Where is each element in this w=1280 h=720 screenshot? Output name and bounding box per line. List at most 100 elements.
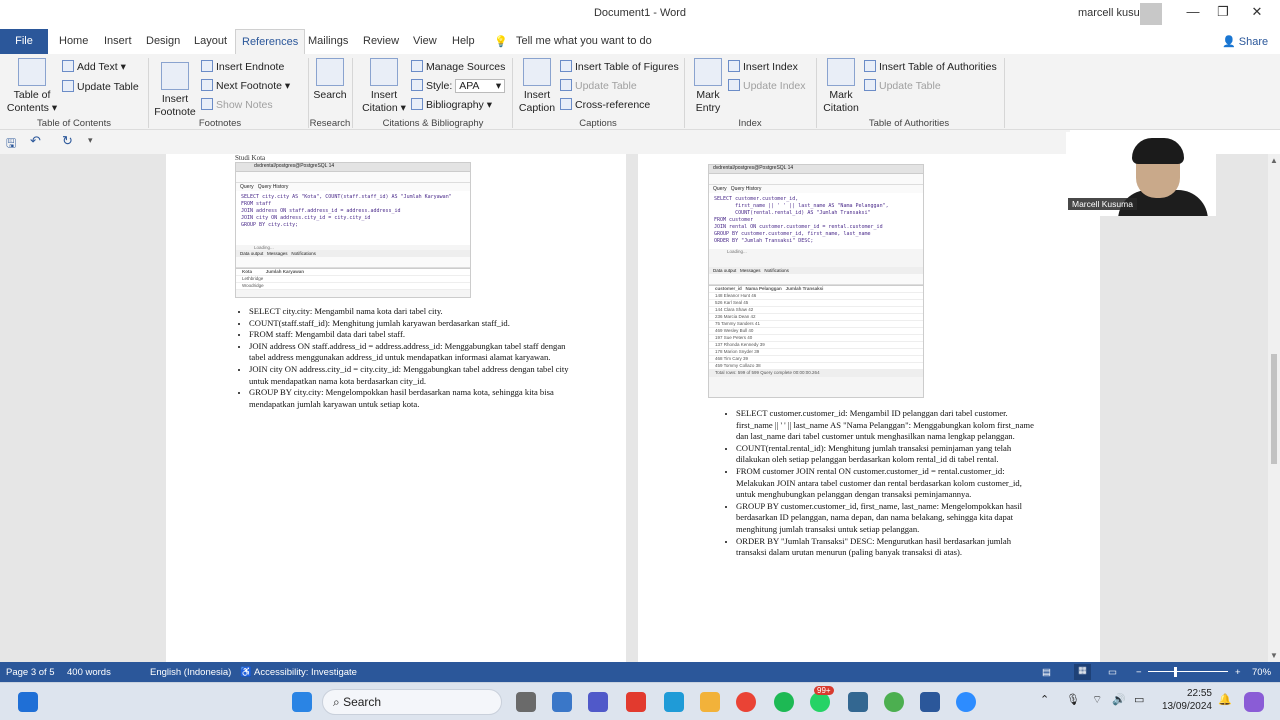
start-button-icon[interactable] bbox=[292, 692, 312, 712]
zoom-app-icon[interactable] bbox=[956, 692, 976, 712]
customize-qat-icon[interactable]: ▾ bbox=[88, 135, 93, 146]
edge-icon[interactable] bbox=[664, 692, 684, 712]
redo-icon[interactable]: ↻ bbox=[62, 133, 73, 149]
copilot-icon[interactable] bbox=[1244, 692, 1264, 712]
notifications-icon[interactable]: 🔔 bbox=[1218, 693, 1232, 706]
style-selector[interactable]: Style: APA ▾ bbox=[411, 79, 506, 93]
insert-caption-button[interactable]: Insert Caption bbox=[516, 58, 558, 115]
table-of-contents-button[interactable]: Table of Contents ▾ bbox=[6, 58, 58, 115]
page-count[interactable]: Page 3 of 5 bbox=[6, 667, 55, 678]
user-avatar[interactable] bbox=[1140, 3, 1162, 25]
zoom-slider-thumb[interactable] bbox=[1174, 667, 1177, 677]
microphone-icon[interactable]: 🎙 bbox=[1066, 693, 1080, 706]
clock-time: 22:55 bbox=[1186, 688, 1212, 699]
tab-layout[interactable]: Layout bbox=[194, 35, 227, 47]
language-indicator[interactable]: English (Indonesia) bbox=[150, 667, 231, 678]
scrollbar-thumb[interactable] bbox=[1271, 354, 1277, 464]
battery-icon[interactable]: ▭ bbox=[1134, 693, 1144, 706]
tab-mailings[interactable]: Mailings bbox=[308, 35, 348, 47]
tab-home[interactable]: Home bbox=[59, 35, 88, 47]
save-icon[interactable]: 🖫 bbox=[6, 134, 16, 155]
result-row: 75 Tammy Sanders 41 bbox=[709, 321, 923, 328]
insert-table-of-figures-button[interactable]: Insert Table of Figures bbox=[560, 60, 679, 73]
update-toa-button[interactable]: Update Table bbox=[864, 79, 941, 92]
insert-index-button[interactable]: Insert Index bbox=[728, 60, 798, 73]
tab-references[interactable]: References bbox=[235, 29, 306, 54]
page-right[interactable]: dvdrental/postgres@PostgreSQL 14 Query Q… bbox=[638, 154, 1100, 662]
wifi-icon[interactable]: ⌔ bbox=[1092, 693, 1102, 707]
tell-me-search[interactable]: Tell me what you want to do bbox=[516, 35, 652, 47]
query-toolbar bbox=[236, 172, 470, 183]
mark-entry-button[interactable]: Mark Entry bbox=[690, 58, 726, 115]
close-icon[interactable]: ✕ bbox=[1242, 4, 1272, 20]
volume-icon[interactable]: 🔊 bbox=[1112, 693, 1126, 706]
taskbar-search[interactable]: ⌕ Search bbox=[322, 689, 502, 715]
file-explorer-icon[interactable] bbox=[700, 692, 720, 712]
bibliography-button[interactable]: Bibliography ▾ bbox=[411, 98, 492, 111]
status-bar: Page 3 of 5 400 words English (Indonesia… bbox=[0, 662, 1280, 682]
output-tabs: Data output Messages Notifications bbox=[236, 250, 470, 257]
tab-view[interactable]: View bbox=[413, 35, 437, 47]
scroll-down-icon[interactable]: ▼ bbox=[1270, 651, 1278, 660]
read-mode-icon[interactable]: ▤ bbox=[1042, 667, 1051, 678]
insert-index-label: Insert Index bbox=[743, 61, 798, 73]
restore-icon[interactable]: ❐ bbox=[1208, 4, 1238, 20]
store-icon[interactable] bbox=[552, 692, 572, 712]
task-view-icon[interactable] bbox=[516, 692, 536, 712]
quick-access-toolbar: 🖫 ↶ ↻ ▾ bbox=[0, 130, 1070, 154]
zoom-level[interactable]: 70% bbox=[1252, 667, 1271, 678]
chrome-profile-icon[interactable] bbox=[884, 692, 904, 712]
add-text-button[interactable]: Add Text ▾ bbox=[62, 60, 126, 73]
chrome-icon[interactable] bbox=[736, 692, 756, 712]
scroll-up-icon[interactable]: ▲ bbox=[1270, 156, 1278, 165]
windows-start-icon[interactable] bbox=[18, 692, 38, 712]
insert-citation-button[interactable]: Insert Citation ▾ bbox=[360, 58, 408, 115]
zoom-slider[interactable] bbox=[1148, 671, 1228, 672]
page-left[interactable]: Studi Kota dvdrental/postgres@PostgreSQL… bbox=[166, 154, 626, 662]
insert-endnote-button[interactable]: Insert Endnote bbox=[201, 60, 284, 73]
update-table-button[interactable]: Update Table bbox=[62, 80, 139, 93]
teams-icon[interactable] bbox=[588, 692, 608, 712]
share-button[interactable]: 👤 Share bbox=[1222, 35, 1268, 48]
cross-reference-button[interactable]: Cross-reference bbox=[560, 98, 650, 111]
vertical-scrollbar[interactable]: ▲ ▼ bbox=[1268, 154, 1280, 662]
insert-toa-button[interactable]: Insert Table of Authorities bbox=[864, 60, 997, 73]
insert-footnote-button[interactable]: Insert Footnote bbox=[152, 62, 198, 119]
endnote-label: Insert Endnote bbox=[216, 61, 285, 73]
tab-review[interactable]: Review bbox=[363, 35, 399, 47]
anydesk-icon[interactable] bbox=[626, 692, 646, 712]
spotify-icon[interactable] bbox=[774, 692, 794, 712]
result-row: 469 Wesley Bull 40 bbox=[709, 328, 923, 335]
accessibility-status[interactable]: Accessibility: Investigate bbox=[254, 667, 357, 678]
clock-date: 13/09/2024 bbox=[1161, 701, 1212, 712]
word-icon[interactable] bbox=[920, 692, 940, 712]
whatsapp-icon[interactable] bbox=[810, 692, 830, 712]
web-layout-icon[interactable]: ▭ bbox=[1108, 667, 1117, 678]
footnote-icon bbox=[161, 62, 189, 90]
zoom-out-icon[interactable]: − bbox=[1136, 667, 1142, 678]
minimize-icon[interactable]: — bbox=[1178, 4, 1208, 19]
result-row: 178 Marion Snyder 39 bbox=[709, 349, 923, 356]
manage-sources-button[interactable]: Manage Sources bbox=[411, 60, 505, 73]
search-button[interactable]: Search bbox=[312, 58, 348, 102]
mark-citation-button[interactable]: Mark Citation bbox=[820, 58, 862, 115]
tab-help[interactable]: Help bbox=[452, 35, 475, 47]
caption-label: Insert Caption bbox=[518, 89, 556, 114]
tray-overflow-icon[interactable]: ⌃ bbox=[1040, 693, 1049, 706]
word-count[interactable]: 400 words bbox=[67, 667, 111, 678]
tab-file[interactable]: File bbox=[0, 29, 48, 54]
update-index-button[interactable]: Update Index bbox=[728, 79, 805, 92]
update-table-figures-button[interactable]: Update Table bbox=[560, 79, 637, 92]
next-footnote-button[interactable]: Next Footnote ▾ bbox=[201, 79, 290, 92]
zoom-in-icon[interactable]: + bbox=[1235, 667, 1241, 678]
clock[interactable]: 22:55 13/09/2024 bbox=[1152, 687, 1212, 713]
undo-icon[interactable]: ↶ bbox=[30, 133, 41, 149]
list-item: GROUP BY city.city: Mengelompokkan hasil… bbox=[249, 387, 569, 410]
query-path: dvdrental/postgres@PostgreSQL 14 bbox=[709, 165, 923, 174]
show-notes-button[interactable]: Show Notes bbox=[201, 98, 273, 111]
style-dropdown[interactable]: APA ▾ bbox=[455, 79, 506, 93]
print-layout-icon[interactable]: ▦ bbox=[1074, 664, 1091, 680]
postgres-icon[interactable] bbox=[848, 692, 868, 712]
tab-design[interactable]: Design bbox=[146, 35, 180, 47]
tab-insert[interactable]: Insert bbox=[104, 35, 132, 47]
